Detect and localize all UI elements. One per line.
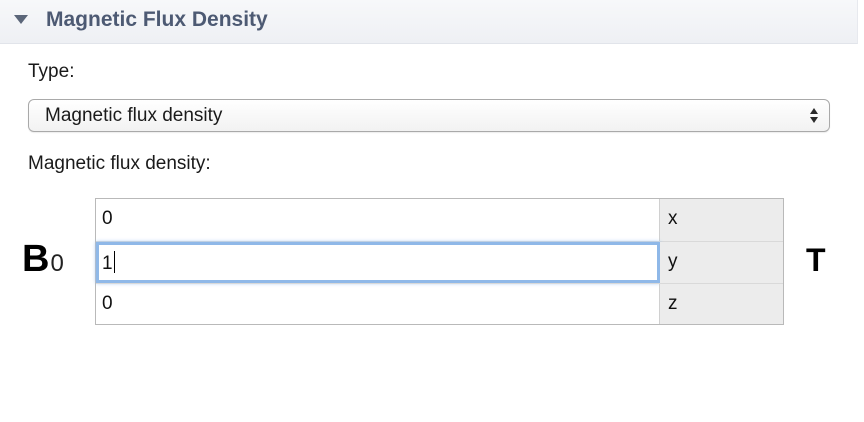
type-label: Type: xyxy=(28,61,75,82)
y-axis-label: y xyxy=(668,251,678,272)
flux-density-label: Magnetic flux density: xyxy=(28,153,211,174)
z-component-axis: z xyxy=(660,284,783,324)
z-axis-label: z xyxy=(668,293,678,314)
section-title: Magnetic Flux Density xyxy=(46,8,268,31)
y-component-input[interactable]: 1 xyxy=(96,242,660,283)
y-component-axis: y xyxy=(660,242,783,283)
x-axis-label: x xyxy=(668,208,678,229)
z-component-value: 0 xyxy=(102,293,113,314)
vector-row-y: 1 y xyxy=(96,241,783,283)
x-component-value: 0 xyxy=(102,208,113,229)
z-component-input[interactable]: 0 xyxy=(96,284,660,324)
collapse-triangle-icon[interactable] xyxy=(14,15,28,24)
type-select[interactable]: Magnetic flux density xyxy=(28,99,830,132)
unit-label: T xyxy=(806,242,826,278)
text-caret xyxy=(113,251,115,273)
y-component-value: 1 xyxy=(102,253,113,274)
vector-row-x: 0 x xyxy=(96,199,783,241)
symbol-subscript: 0 xyxy=(50,250,64,277)
symbol-main: B xyxy=(22,238,50,280)
symbol-label: B0 xyxy=(22,238,64,281)
type-select-value: Magnetic flux density xyxy=(45,105,223,126)
x-component-axis: x xyxy=(660,199,783,241)
vector-row-z: 0 z xyxy=(96,283,783,324)
select-arrows-icon xyxy=(809,107,819,125)
section-header[interactable]: Magnetic Flux Density xyxy=(0,0,858,44)
vector-input-table: 0 x 1 y 0 z xyxy=(95,198,784,325)
x-component-input[interactable]: 0 xyxy=(96,199,660,241)
